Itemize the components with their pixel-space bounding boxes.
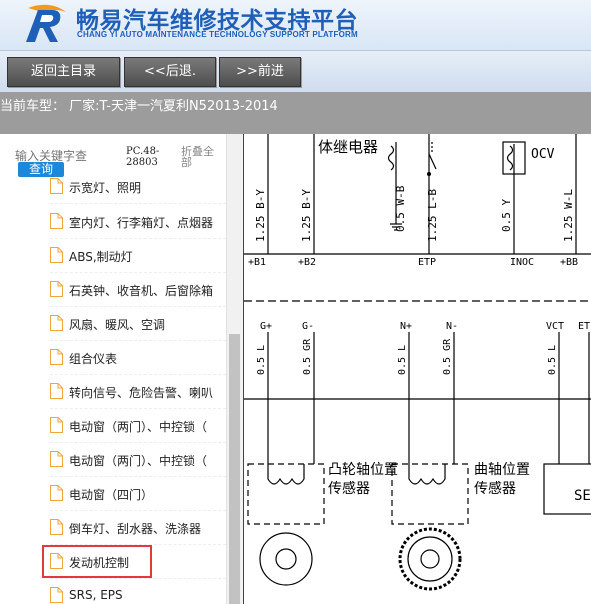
pin-label: G+ xyxy=(260,321,272,332)
tree-item-label: 转向信号、危险告警、喇叭 xyxy=(69,386,214,400)
tree-item-label: 倒车灯、刮水器、洗涤器 xyxy=(69,522,202,536)
tree-item[interactable]: 倒车灯、刮水器、洗涤器 xyxy=(50,512,226,545)
pin-label: ET xyxy=(578,321,590,332)
tree-item-label: 电动窗（两门）、中控锁（ xyxy=(69,454,208,468)
app-subtitle: CHANG YI AUTO MAINTENANCE TECHNOLOGY SUP… xyxy=(77,30,358,39)
wire-label: 0.5 L xyxy=(397,345,408,375)
pin-label: N+ xyxy=(400,321,412,332)
wiring-diagram: 体继电器 OCV 1.25 B-Y 1.25 B-Y 0.5 W-B 1.25 … xyxy=(243,134,591,604)
tree-scrollbar[interactable] xyxy=(226,134,243,604)
tree-item-label: 电动窗（两门）、中控锁（ xyxy=(69,420,208,434)
terminal-label: INOC xyxy=(510,257,534,268)
scrollbar-thumb[interactable] xyxy=(229,334,240,604)
terminal-label: +B1 xyxy=(248,257,266,268)
tree-item[interactable]: 电动窗（四门） xyxy=(50,478,226,511)
pc-label: PC.48-28803 xyxy=(126,146,160,168)
file-icon xyxy=(50,587,63,603)
file-icon xyxy=(50,247,63,263)
wire-label: 0.5 L xyxy=(256,345,267,375)
file-icon xyxy=(50,383,63,399)
wire-label: 1.25 W-L xyxy=(562,189,575,242)
terminal-label: ETP xyxy=(418,257,436,268)
crank-sensor-label-2: 传感器 xyxy=(474,480,516,497)
tree-item-label: 风扇、暖风、空调 xyxy=(69,318,166,332)
tree-item-label: 电动窗（四门） xyxy=(69,488,154,502)
tree-panel: 查询 PC.48-28803 折叠全部 示宽灯、照明 室内灯、行李箱灯、点烟器 … xyxy=(0,134,243,604)
current-model-bar: 当前车型： 厂家:T-天津一汽夏利N52013-2014 xyxy=(0,92,591,134)
wiring-diagram-svg: 体继电器 OCV 1.25 B-Y 1.25 B-Y 0.5 W-B 1.25 … xyxy=(244,134,591,591)
tree-item-label: 室内灯、行李箱灯、点烟器 xyxy=(69,216,214,230)
file-icon xyxy=(50,519,63,535)
selection-highlight xyxy=(42,545,152,578)
file-icon xyxy=(50,315,63,331)
pin-label: VCT xyxy=(546,321,564,332)
file-icon xyxy=(50,178,63,194)
back-button[interactable]: <<后退. xyxy=(124,57,216,87)
tree-item[interactable]: 示宽灯、照明 xyxy=(50,171,226,204)
wire-label: 0.5 W-B xyxy=(394,185,407,232)
tree-item[interactable]: SRS, EPS xyxy=(50,580,226,604)
terminal-label: +BB xyxy=(560,257,578,268)
wire-label: 0.5 GR xyxy=(302,338,313,375)
terminal-label: +B2 xyxy=(298,257,316,268)
tree-item[interactable]: 电动窗（两门）、中控锁（ xyxy=(50,410,226,443)
wire-label: 0.5 L xyxy=(547,345,558,375)
file-icon xyxy=(50,213,63,229)
wire-label: 1.25 L-B xyxy=(426,189,439,242)
file-icon xyxy=(50,451,63,467)
pin-label: G- xyxy=(302,321,314,332)
wire-label: 1.25 B-Y xyxy=(254,189,267,242)
cam-sensor-label: 凸轮轴位置 xyxy=(328,462,398,478)
tree-item[interactable]: 室内灯、行李箱灯、点烟器 xyxy=(50,206,226,239)
file-icon xyxy=(50,417,63,433)
file-icon xyxy=(50,281,63,297)
tree-item[interactable]: 转向信号、危险告警、喇叭 xyxy=(50,376,226,409)
tree-item-label: 组合仪表 xyxy=(69,352,118,366)
tree-item[interactable]: 风扇、暖风、空调 xyxy=(50,308,226,341)
se-label: SE xyxy=(574,488,591,504)
nav-toolbar: 返回主目录 <<后退. >>前进 xyxy=(0,50,591,93)
current-model-text: 当前车型： 厂家:T-天津一汽夏利N52013-2014 xyxy=(0,99,278,114)
home-button[interactable]: 返回主目录 xyxy=(7,57,120,87)
wire-label: 1.25 B-Y xyxy=(300,189,313,242)
file-icon xyxy=(50,349,63,365)
tree-item-label: SRS, EPS xyxy=(69,588,123,602)
tree-item-label: ABS,制动灯 xyxy=(69,250,133,264)
relay-contact-dot xyxy=(427,172,431,176)
wire-label: 0.5 GR xyxy=(442,338,453,375)
tree-item-label: 示宽灯、照明 xyxy=(69,181,142,195)
tree-item[interactable]: 石英钟、收音机、后窗除箱 xyxy=(50,274,226,307)
ocv-label: OCV xyxy=(531,147,555,162)
forward-button[interactable]: >>前进 xyxy=(219,57,301,87)
pin-label: N- xyxy=(446,321,458,332)
tree-item-label: 石英钟、收音机、后窗除箱 xyxy=(69,284,214,298)
collapse-all-link[interactable]: 折叠全部 xyxy=(181,146,223,168)
app-header: 畅易汽车维修技术支持平台 CHANG YI AUTO MAINTENANCE T… xyxy=(0,0,591,50)
tree-item[interactable]: ABS,制动灯 xyxy=(50,240,226,273)
file-icon xyxy=(50,485,63,501)
logo-icon xyxy=(26,4,66,42)
relay-label: 体继电器 xyxy=(318,138,378,156)
tree-item[interactable]: 电动窗（两门）、中控锁（ xyxy=(50,444,226,477)
crank-sensor-label: 曲轴位置 xyxy=(474,462,530,478)
tree-item[interactable]: 组合仪表 xyxy=(50,342,226,375)
wire-label: 0.5 Y xyxy=(500,199,513,232)
cam-sensor-label-2: 传感器 xyxy=(328,480,370,497)
